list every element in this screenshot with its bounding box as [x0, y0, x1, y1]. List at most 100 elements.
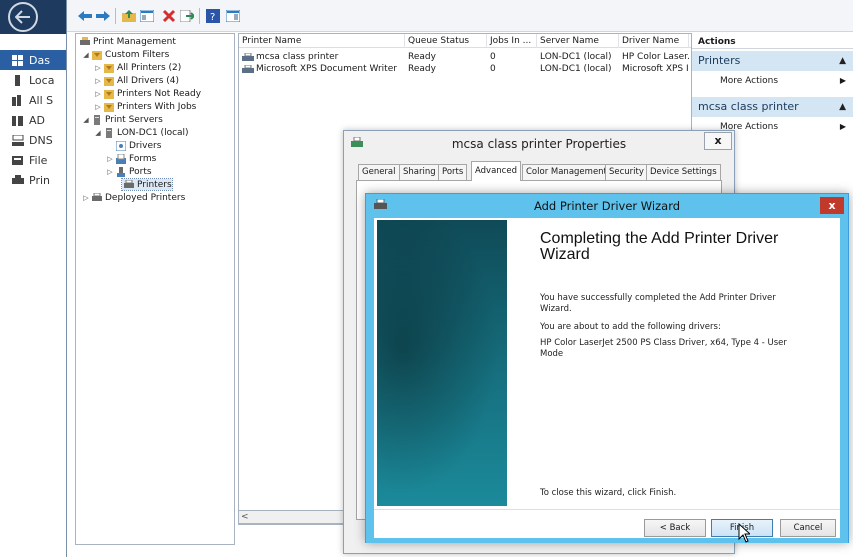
table-row[interactable]: mcsa class printer Ready 0 LON-DC1 (loca…: [239, 51, 758, 63]
cell-queue-status: Ready: [408, 64, 436, 74]
collapse-up-icon[interactable]: ▲: [839, 51, 846, 71]
tree-item-print-servers[interactable]: ◢ Print Servers: [82, 114, 163, 125]
more-actions-printers[interactable]: More Actions ▶: [692, 72, 853, 90]
tree-item-label: Deployed Printers: [105, 192, 186, 203]
tree-item-printers-not-ready[interactable]: ▷ Printers Not Ready: [94, 88, 201, 99]
column-queue-status[interactable]: Queue Status: [405, 34, 487, 48]
back-button[interactable]: < Back: [644, 519, 706, 537]
properties-title: mcsa class printer Properties: [451, 137, 627, 151]
tree-item-label: Ports: [129, 166, 152, 177]
sidebar-item-dns[interactable]: DNS: [0, 130, 70, 150]
tab-sharing[interactable]: Sharing: [399, 164, 440, 180]
expand-icon[interactable]: ▷: [106, 155, 114, 163]
help-button[interactable]: ?: [205, 8, 221, 24]
tree-item-custom-filters[interactable]: ◢ Custom Filters: [82, 49, 169, 60]
wizard-banner-image: [377, 220, 507, 506]
up-folder-button[interactable]: [121, 8, 137, 24]
expand-icon[interactable]: ▷: [94, 77, 102, 85]
tree-item-deployed-printers[interactable]: ▷ Deployed Printers: [82, 192, 185, 203]
column-server-name[interactable]: Server Name: [537, 34, 619, 48]
tree-item-label: Custom Filters: [105, 49, 170, 60]
export-list-button[interactable]: [179, 8, 195, 24]
properties-close-button[interactable]: x: [704, 132, 732, 150]
sidebar-item-ad[interactable]: AD: [0, 110, 70, 130]
column-printer-name[interactable]: Printer Name: [239, 34, 405, 48]
cell-server-name: LON-DC1 (local): [540, 64, 612, 74]
table-row[interactable]: Microsoft XPS Document Writer Ready 0 LO…: [239, 63, 758, 75]
back-nav-button[interactable]: [77, 8, 93, 24]
actions-title: Actions: [692, 35, 853, 49]
file-icon: [12, 155, 23, 165]
arrow-left-icon: [78, 11, 92, 21]
tree-item-ports[interactable]: ▷ Ports: [106, 166, 152, 177]
show-hide-tree-button[interactable]: [139, 8, 155, 24]
sidebar-item-label: Prin: [29, 173, 50, 187]
wizard-banner-shade: [377, 220, 507, 506]
cell-queue-status: Ready: [408, 52, 436, 62]
wizard-finish-note: To close this wizard, click Finish.: [540, 488, 677, 498]
toolbar-separator: [115, 8, 116, 24]
expand-icon[interactable]: ▷: [94, 90, 102, 98]
expand-icon[interactable]: ▷: [82, 194, 90, 202]
tree-item-printers[interactable]: Printers: [121, 178, 173, 191]
collapse-icon[interactable]: ◢: [82, 116, 90, 124]
sidebar-item-local-server[interactable]: Loca: [0, 70, 70, 90]
tree-item-all-drivers[interactable]: ▷ All Drivers (4): [94, 75, 179, 86]
collapse-icon[interactable]: ◢: [82, 51, 90, 59]
more-actions-label: More Actions: [720, 76, 779, 86]
console-tree-icon: [140, 10, 154, 22]
sidebar-item-file[interactable]: File: [0, 150, 70, 170]
sidebar-item-print[interactable]: Prin: [0, 170, 70, 190]
printer-icon: [124, 179, 134, 188]
ad-icon: [12, 115, 23, 126]
filter-icon: [104, 89, 114, 99]
tree-item-drivers[interactable]: Drivers: [114, 140, 161, 151]
cell-driver-name: HP Color Laser.: [622, 52, 689, 62]
cancel-button[interactable]: Cancel: [780, 519, 836, 537]
sidebar-item-dashboard[interactable]: Das: [0, 50, 70, 70]
tab-ports[interactable]: Ports: [438, 164, 468, 180]
wizard-close-button[interactable]: x: [820, 197, 844, 214]
tab-security[interactable]: Security: [605, 164, 648, 180]
wizard-content: Completing the Add Printer Driver Wizard…: [374, 218, 840, 543]
tree-item-printers-with-jobs[interactable]: ▷ Printers With Jobs: [94, 101, 196, 112]
forward-nav-button[interactable]: [95, 8, 111, 24]
wizard-success-text: You have successfully completed the Add …: [540, 293, 776, 314]
tree-item-forms[interactable]: ▷ Forms: [106, 153, 156, 164]
tree-item-lon-dc1[interactable]: ◢ LON-DC1 (local): [94, 127, 189, 138]
tree-item-label: All Printers (2): [117, 62, 182, 73]
expand-icon[interactable]: ▷: [94, 103, 102, 111]
toolbar: ?: [67, 0, 853, 32]
action-pane-icon: [226, 10, 240, 22]
forms-icon: [116, 153, 126, 164]
horizontal-scrollbar[interactable]: <: [238, 510, 354, 524]
tab-color-management[interactable]: Color Management: [522, 164, 611, 180]
tab-advanced[interactable]: Advanced: [471, 161, 521, 181]
column-driver-name[interactable]: Driver Name: [619, 34, 689, 48]
expand-icon[interactable]: ▷: [106, 168, 114, 176]
grid-icon: [12, 54, 23, 66]
show-action-pane-button[interactable]: [225, 8, 241, 24]
collapse-up-icon[interactable]: ▲: [839, 97, 846, 117]
back-button[interactable]: [8, 2, 38, 32]
expand-icon[interactable]: ▷: [94, 64, 102, 72]
printer-name-text: Microsoft XPS Document Writer: [256, 64, 397, 74]
sidebar-item-label: All S: [29, 93, 54, 107]
delete-button[interactable]: [161, 8, 177, 24]
tab-device-settings[interactable]: Device Settings: [646, 164, 721, 180]
tab-general[interactable]: General: [358, 164, 400, 180]
actions-group-mcsa[interactable]: mcsa class printer ▲: [692, 97, 853, 117]
sidebar-item-label: Loca: [29, 73, 55, 87]
submenu-arrow-icon: ▶: [839, 76, 846, 85]
export-icon: [180, 10, 194, 22]
sidebar-item-all-servers[interactable]: All S: [0, 90, 70, 110]
tree-item-label: Print Servers: [105, 114, 163, 125]
collapse-icon[interactable]: ◢: [94, 129, 102, 137]
printer-icon: [242, 52, 254, 61]
tree-item-all-printers[interactable]: ▷ All Printers (2): [94, 62, 181, 73]
tree-item-print-management[interactable]: Print Management: [78, 36, 176, 47]
actions-group-printers[interactable]: Printers ▲: [692, 51, 853, 71]
scroll-left-icon[interactable]: <: [241, 512, 249, 522]
tree-item-label: Printers: [137, 179, 172, 190]
column-jobs[interactable]: Jobs In ...: [487, 34, 537, 48]
